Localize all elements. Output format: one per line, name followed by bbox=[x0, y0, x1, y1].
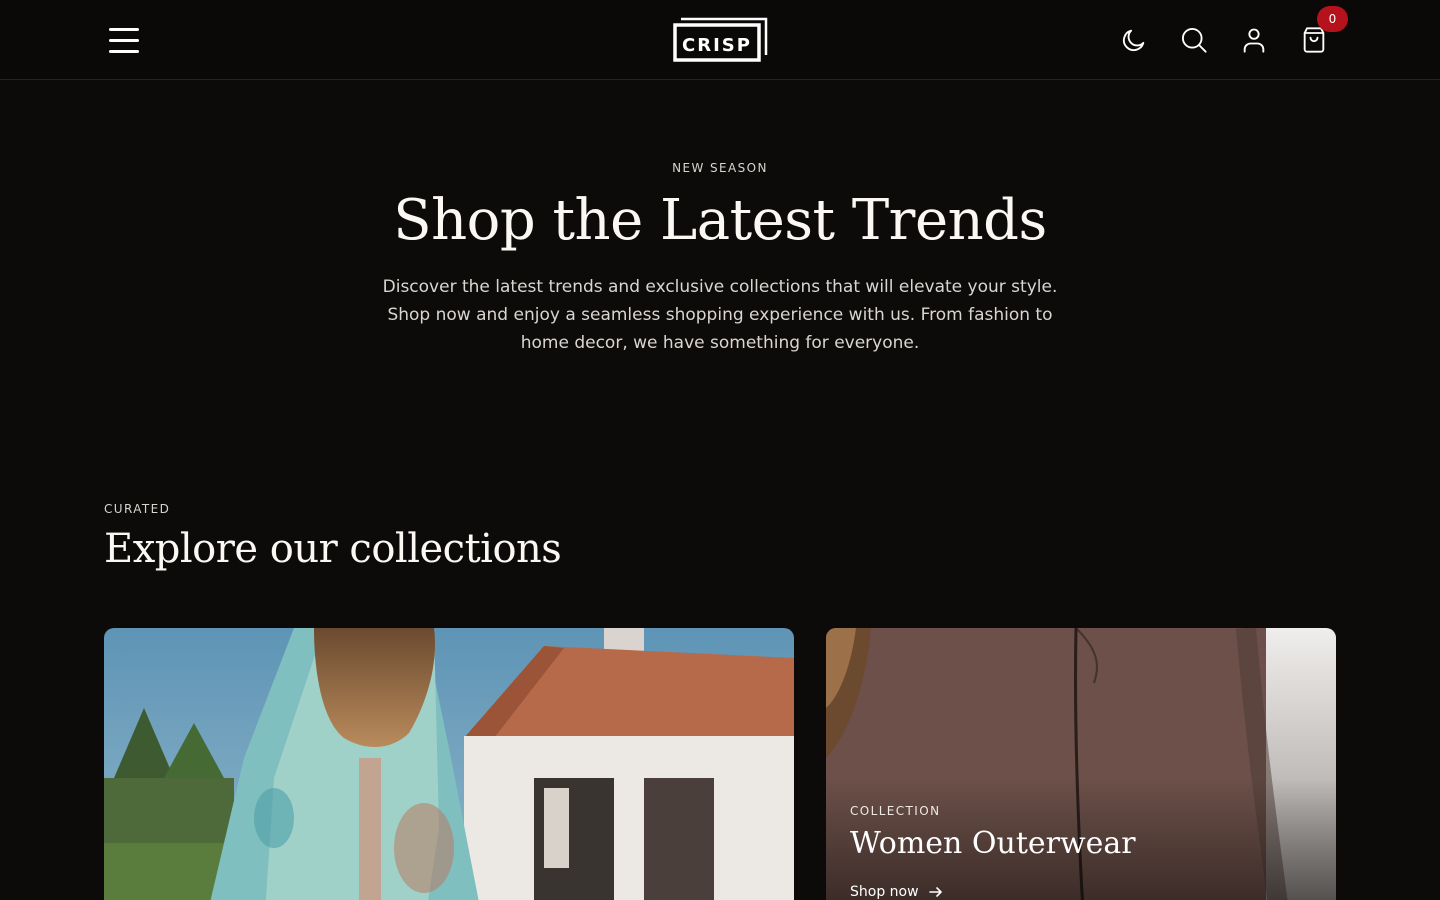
user-icon[interactable] bbox=[1234, 20, 1274, 60]
hero-section: NEW SEASON Shop the Latest Trends Discov… bbox=[0, 80, 1440, 440]
hero-title: Shop the Latest Trends bbox=[393, 188, 1047, 253]
arrow-right-icon bbox=[928, 887, 942, 897]
kimono-collection-image bbox=[104, 628, 794, 900]
card-category-label: COLLECTION bbox=[850, 804, 941, 818]
svg-text:CRISP: CRISP bbox=[682, 35, 752, 56]
collections-eyebrow: CURATED bbox=[104, 502, 171, 516]
shop-now-link[interactable]: Shop now bbox=[850, 884, 943, 900]
card-title: Women Outerwear bbox=[850, 826, 1136, 861]
crisp-logo[interactable]: CRISP bbox=[673, 17, 768, 63]
collection-card-women-outerwear[interactable]: COLLECTION Women Outerwear Shop now bbox=[826, 628, 1336, 900]
hero-description: Discover the latest trends and exclusive… bbox=[382, 277, 1058, 353]
shop-now-label: Shop now bbox=[850, 884, 919, 900]
hero-eyebrow: NEW SEASON bbox=[672, 161, 768, 175]
cart-count-badge: 0 bbox=[1317, 6, 1348, 32]
moon-icon[interactable] bbox=[1114, 20, 1154, 60]
site-header: CRISP 0 bbox=[0, 0, 1440, 80]
search-icon[interactable] bbox=[1174, 20, 1214, 60]
collection-card-kimono[interactable] bbox=[104, 628, 794, 900]
collections-title: Explore our collections bbox=[104, 526, 562, 572]
menu-icon[interactable] bbox=[104, 20, 144, 60]
